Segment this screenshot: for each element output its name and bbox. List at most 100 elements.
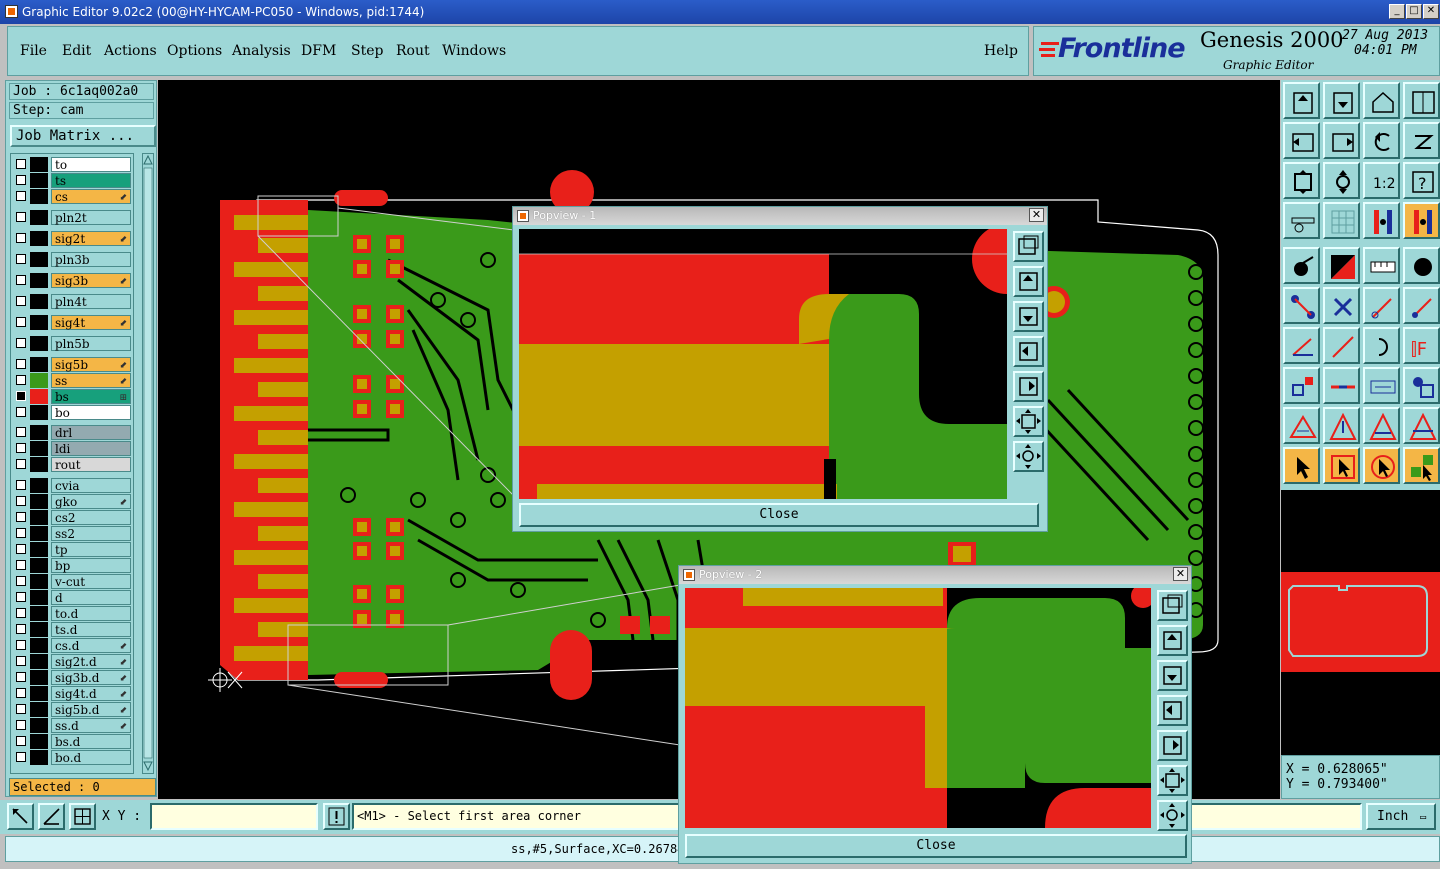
layer-row-ldi[interactable]: ldi <box>13 441 133 456</box>
layer-checkbox[interactable] <box>16 275 26 285</box>
layer-checkbox[interactable] <box>16 624 26 634</box>
layer-color-swatch[interactable] <box>30 252 48 267</box>
layer-row-sig2t.d[interactable]: sig2t.d ⬋ <box>13 654 133 669</box>
layer-row-sig3b.d[interactable]: sig3b.d ⬋ <box>13 670 133 685</box>
polygon-button[interactable] <box>1403 367 1440 404</box>
layer-row-sig4t[interactable]: sig4t ⬋ <box>13 315 133 330</box>
triangle-b-button[interactable] <box>1323 407 1360 444</box>
popview-1-titlebar[interactable]: Popview - 1 ✕ <box>513 207 1047 225</box>
layer-name[interactable]: bo <box>51 405 131 420</box>
popview-2-view[interactable] <box>685 588 1151 828</box>
ruler-button[interactable] <box>1363 247 1400 284</box>
layer-checkbox[interactable] <box>16 233 26 243</box>
move-right-button[interactable] <box>1323 122 1360 159</box>
layer-color-swatch[interactable] <box>30 654 48 669</box>
layer-name[interactable]: sig5b.d ⬋ <box>51 702 131 717</box>
layer-name[interactable]: to <box>51 157 131 172</box>
layer-row-to[interactable]: to <box>13 157 133 172</box>
angle-tool-button[interactable] <box>38 803 65 830</box>
popview-1-pan-left-button[interactable] <box>1013 336 1044 367</box>
layer-color-swatch[interactable] <box>30 670 48 685</box>
layer-color-swatch[interactable] <box>30 622 48 637</box>
layer-row-d[interactable]: d <box>13 590 133 605</box>
layer-color-swatch[interactable] <box>30 558 48 573</box>
surface-button[interactable] <box>1323 247 1360 284</box>
menu-windows[interactable]: Windows <box>442 43 506 59</box>
layer-color-swatch[interactable] <box>30 231 48 246</box>
layer-color-swatch[interactable] <box>30 734 48 749</box>
layer-color-swatch[interactable] <box>30 510 48 525</box>
layer-checkbox[interactable] <box>16 640 26 650</box>
layer-checkbox[interactable] <box>16 191 26 201</box>
layer-checkbox[interactable] <box>16 736 26 746</box>
layer-color-swatch[interactable] <box>30 702 48 717</box>
layer-name[interactable]: cs.d ⬋ <box>51 638 131 653</box>
layer-row-ss2[interactable]: ss2 <box>13 526 133 541</box>
snap-tool-button[interactable] <box>7 803 34 830</box>
grid-button[interactable] <box>1323 202 1360 239</box>
layer-row-tp[interactable]: tp <box>13 542 133 557</box>
layer-checkbox[interactable] <box>16 296 26 306</box>
undo-button[interactable] <box>1363 122 1400 159</box>
popview-2-pan-left-button[interactable] <box>1157 695 1188 726</box>
layer-name[interactable]: tp <box>51 542 131 557</box>
scale-1-2-button[interactable]: 1:2 <box>1363 162 1400 199</box>
menu-rout[interactable]: Rout <box>396 43 430 59</box>
layer-checkbox[interactable] <box>16 752 26 762</box>
layer-color-swatch[interactable] <box>30 638 48 653</box>
layer-name[interactable]: cs2 <box>51 510 131 525</box>
layer-row-sig3b[interactable]: sig3b ⬋ <box>13 273 133 288</box>
layer-checkbox[interactable] <box>16 212 26 222</box>
layer-checkbox[interactable] <box>16 175 26 185</box>
layer-name[interactable]: sig4t.d ⬋ <box>51 686 131 701</box>
layer-scrollbar[interactable] <box>142 153 154 774</box>
layer-checkbox[interactable] <box>16 159 26 169</box>
layer-checkbox[interactable] <box>16 359 26 369</box>
layer-checkbox[interactable] <box>16 608 26 618</box>
menu-options[interactable]: Options <box>167 43 222 59</box>
layer-color-swatch[interactable] <box>30 210 48 225</box>
layer-row-pln2t[interactable]: pln2t <box>13 210 133 225</box>
arc-button[interactable] <box>1363 327 1400 364</box>
layer-row-pln3b[interactable]: pln3b <box>13 252 133 267</box>
snap-off-button[interactable] <box>1403 202 1440 239</box>
layer-color-swatch[interactable] <box>30 457 48 472</box>
popview-1-zoom-window-button[interactable] <box>1013 231 1044 262</box>
layer-row-drl[interactable]: drl <box>13 425 133 440</box>
popview-2-page-up-button[interactable] <box>1157 625 1188 656</box>
layer-row-gko[interactable]: gko ⬋ <box>13 494 133 509</box>
layer-row-sig2t[interactable]: sig2t ⬋ <box>13 231 133 246</box>
menu-edit[interactable]: Edit <box>62 43 91 59</box>
menu-help[interactable]: Help <box>984 43 1018 59</box>
layer-name[interactable]: pln4t <box>51 294 131 309</box>
layer-row-ss[interactable]: ss ⬋ <box>13 373 133 388</box>
job-matrix-button[interactable]: Job Matrix ... <box>10 125 156 147</box>
layer-color-swatch[interactable] <box>30 478 48 493</box>
layer-color-swatch[interactable] <box>30 336 48 351</box>
layer-row-v-cut[interactable]: v-cut <box>13 574 133 589</box>
layer-row-cvia[interactable]: cvia <box>13 478 133 493</box>
popview-1-close-icon[interactable]: ✕ <box>1029 208 1044 222</box>
layer-name[interactable]: pln2t <box>51 210 131 225</box>
layer-color-swatch[interactable] <box>30 373 48 388</box>
menu-analysis[interactable]: Analysis <box>232 43 291 59</box>
popview-1-close-button[interactable]: Close <box>519 503 1039 527</box>
layer-row-to.d[interactable]: to.d <box>13 606 133 621</box>
triangle-d-button[interactable] <box>1403 407 1440 444</box>
layer-checkbox[interactable] <box>16 459 26 469</box>
layer-checkbox[interactable] <box>16 560 26 570</box>
layer-name[interactable]: ts <box>51 173 131 188</box>
layer-row-pln5b[interactable]: pln5b <box>13 336 133 351</box>
layer-name[interactable]: cs ⬋ <box>51 189 131 204</box>
layer-checkbox[interactable] <box>16 720 26 730</box>
slash-button[interactable] <box>1323 327 1360 364</box>
layer-color-swatch[interactable] <box>30 357 48 372</box>
popview-2-page-down-button[interactable] <box>1157 660 1188 691</box>
units-selector[interactable]: Inch ▭ <box>1366 803 1436 830</box>
close-button[interactable]: ✕ <box>1423 4 1439 19</box>
grid-tool-button[interactable] <box>69 803 96 830</box>
layer-color-swatch[interactable] <box>30 273 48 288</box>
layer-color-swatch[interactable] <box>30 750 48 765</box>
app-icon[interactable] <box>5 5 18 18</box>
layer-name[interactable]: sig3b.d ⬋ <box>51 670 131 685</box>
